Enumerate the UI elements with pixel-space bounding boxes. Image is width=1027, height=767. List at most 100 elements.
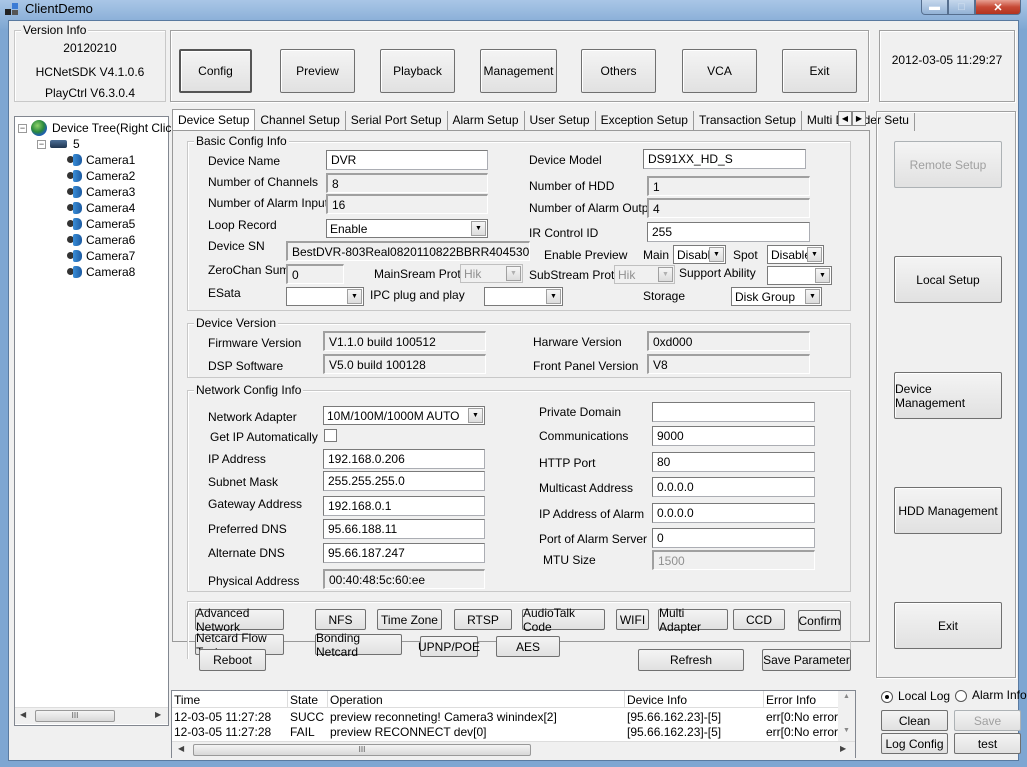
tree-root[interactable]: − Device Tree(Right Click	[18, 120, 177, 136]
ip-input[interactable]: 192.168.0.206	[323, 449, 485, 469]
audiotalk-button[interactable]: AudioTalk Code	[522, 606, 605, 634]
test-button[interactable]: test	[954, 733, 1021, 754]
comm-input[interactable]: 9000	[652, 426, 815, 446]
alarm-port-label: Port of Alarm Server	[539, 532, 648, 546]
loop-record-select[interactable]: Enable ▼	[326, 219, 488, 238]
nfs-button[interactable]: NFS	[315, 609, 366, 630]
basic-config-title: Basic Config Info	[194, 134, 289, 148]
wifi-button[interactable]: WIFI	[616, 609, 649, 630]
domain-input[interactable]	[652, 402, 815, 422]
log-row[interactable]: 12-03-05 11:27:28 FAIL preview RECONNECT d…	[172, 725, 850, 740]
mcast-input[interactable]: 0.0.0.0	[652, 477, 815, 497]
log-column-header[interactable]: Time	[172, 691, 288, 708]
tree-camera-item[interactable]: Camera8	[67, 264, 135, 280]
tab-channel-setup[interactable]: Channel Setup	[255, 111, 346, 131]
tab-device-setup[interactable]: Device Setup	[172, 109, 256, 131]
upnp-poe-button[interactable]: UPNP/POE	[418, 636, 480, 657]
scroll-right-icon[interactable]: ▶	[840, 744, 846, 753]
scroll-thumb[interactable]: III	[193, 744, 531, 756]
log-column-header[interactable]: Device Info	[625, 691, 764, 708]
log-row[interactable]: 12-03-05 11:27:28 SUCC preview reconneting…	[172, 710, 850, 725]
tree-camera-item[interactable]: Camera7	[67, 248, 135, 264]
main-preview-select[interactable]: Disable ▼	[673, 245, 726, 264]
alarm-info-radio[interactable]: Alarm Info	[955, 688, 1027, 702]
log-column-header[interactable]: State	[288, 691, 328, 708]
refresh-button[interactable]: Refresh	[638, 649, 744, 671]
device-management-button[interactable]: Device Management	[894, 372, 1002, 419]
tab-user-setup[interactable]: User Setup	[525, 111, 596, 131]
exit-button[interactable]: Exit	[894, 602, 1002, 649]
adapter-select[interactable]: 10M/100M/1000M AUTO ▼	[323, 406, 485, 425]
dns2-input[interactable]: 95.66.187.247	[323, 543, 485, 563]
scroll-thumb[interactable]: III	[35, 710, 115, 722]
scroll-left-icon[interactable]: ◀	[178, 744, 184, 753]
device-name-input[interactable]: DVR	[326, 150, 488, 170]
clean-button[interactable]: Clean	[881, 710, 948, 731]
esata-select[interactable]: ▼	[286, 287, 364, 306]
log-list[interactable]: Time State Operation Device Info Error Info …	[171, 690, 856, 758]
tab-serial-port-setup[interactable]: Serial Port Setup	[346, 111, 448, 131]
scroll-up-icon[interactable]: ▲	[843, 693, 850, 700]
alarm-port-input[interactable]: 0	[652, 528, 815, 548]
tree-device[interactable]: −5	[37, 136, 80, 152]
mainstream-value: Hik	[464, 267, 482, 281]
storage-select[interactable]: Disk Group ▼	[731, 287, 822, 306]
multi-adapter-button[interactable]: Multi Adapter	[658, 606, 728, 634]
dns1-input[interactable]: 95.66.188.11	[323, 519, 485, 539]
tab-scroll-right[interactable]: ▶	[852, 111, 866, 126]
tab-scroll-left[interactable]: ◀	[838, 111, 852, 126]
spot-preview-select[interactable]: Disable ▼	[767, 245, 824, 264]
advanced-network-button[interactable]: Advanced Network	[195, 606, 284, 634]
tree-camera-item[interactable]: Camera3	[67, 184, 135, 200]
tree-hscroll[interactable]: ◀ III ▶	[15, 707, 168, 724]
maximize-button[interactable]: □	[948, 0, 975, 15]
ccd-button[interactable]: CCD	[733, 609, 785, 630]
tab-exception-setup[interactable]: Exception Setup	[596, 111, 694, 131]
dhcp-checkbox[interactable]	[324, 429, 337, 442]
gateway-input[interactable]: 192.168.0.1	[323, 496, 485, 516]
close-button[interactable]: ✕	[975, 0, 1021, 15]
local-log-radio[interactable]: Local Log	[881, 689, 950, 703]
local-setup-button[interactable]: Local Setup	[894, 256, 1002, 303]
scroll-right-icon[interactable]: ▶	[155, 710, 161, 719]
tree-camera-item[interactable]: Camera6	[67, 232, 135, 248]
log-vscroll[interactable]: ▲ ▼	[838, 691, 855, 741]
log-column-header[interactable]: Operation	[328, 691, 625, 708]
save-parameter-button[interactable]: Save Parameter	[762, 649, 851, 671]
playback-button[interactable]: Playback	[380, 49, 455, 93]
reboot-button[interactable]: Reboot	[199, 649, 266, 671]
minimize-button[interactable]: ▬	[921, 0, 948, 15]
tab-alarm-setup[interactable]: Alarm Setup	[448, 111, 525, 131]
mask-input[interactable]: 255.255.255.0	[323, 471, 485, 491]
rtsp-button[interactable]: RTSP	[454, 609, 512, 630]
scroll-left-icon[interactable]: ◀	[20, 710, 26, 719]
tree-camera-item[interactable]: Camera5	[67, 216, 135, 232]
others-button[interactable]: Others	[581, 49, 656, 93]
support-ability-select[interactable]: ▼	[767, 266, 832, 285]
http-input[interactable]: 80	[652, 452, 815, 472]
vca-button[interactable]: VCA	[682, 49, 757, 93]
bonding-netcard-button[interactable]: Bonding Netcard	[315, 631, 402, 659]
tab-transaction-setup[interactable]: Transaction Setup	[694, 111, 802, 131]
scroll-down-icon[interactable]: ▼	[843, 727, 850, 734]
tree-camera-item[interactable]: Camera1	[67, 152, 135, 168]
device-model-input[interactable]: DS91XX_HD_S	[643, 149, 806, 169]
tree-camera-item[interactable]: Camera2	[67, 168, 135, 184]
tree-camera-item[interactable]: Camera4	[67, 200, 135, 216]
preview-button[interactable]: Preview	[280, 49, 355, 93]
collapse-icon[interactable]: −	[18, 123, 27, 133]
ipc-select[interactable]: ▼	[484, 287, 563, 306]
log-hscroll[interactable]: ◀ III ▶	[172, 741, 855, 758]
ir-control-input[interactable]: 255	[647, 222, 810, 242]
aes-button[interactable]: AES	[496, 636, 560, 657]
log-config-button[interactable]: Log Config	[881, 733, 948, 754]
alarm-ip-input[interactable]: 0.0.0.0	[652, 503, 815, 523]
config-button[interactable]: Config	[179, 49, 252, 93]
device-tree[interactable]: − Device Tree(Right Click −5 Camera1 Camer…	[14, 116, 177, 726]
management-button[interactable]: Management	[480, 49, 557, 93]
exit-top-button[interactable]: Exit	[782, 49, 857, 93]
hdd-management-button[interactable]: HDD Management	[894, 487, 1002, 534]
confirm-button[interactable]: Confirm	[798, 610, 841, 631]
timezone-button[interactable]: Time Zone	[377, 609, 442, 630]
collapse-icon[interactable]: −	[37, 139, 46, 149]
